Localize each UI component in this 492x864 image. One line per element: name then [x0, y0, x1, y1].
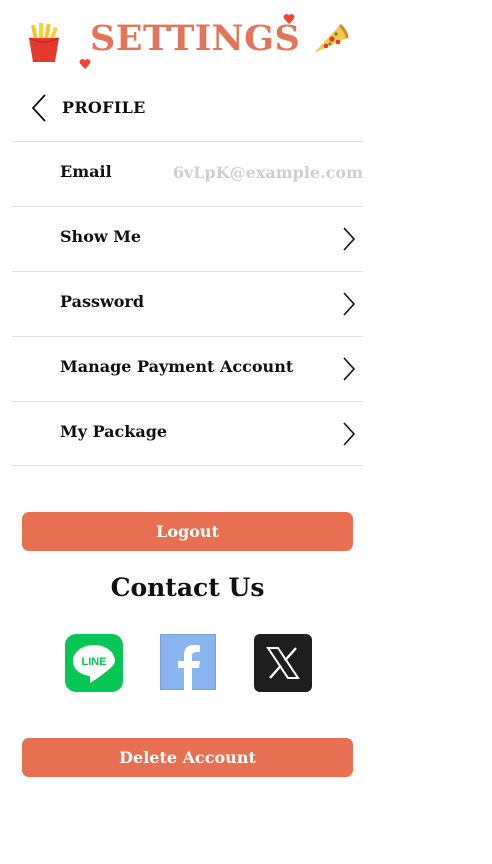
chevron-left-icon[interactable] [30, 93, 50, 123]
contact-title: Contact Us [110, 573, 265, 602]
logout-button[interactable]: Logout [22, 512, 353, 551]
row-label: Email [60, 162, 112, 181]
my-package-row[interactable]: My Package [12, 401, 363, 466]
page-title: SETTINGS [90, 18, 301, 59]
password-row[interactable]: Password [12, 271, 363, 336]
section-title: PROFILE [62, 98, 146, 117]
delete-account-button[interactable]: Delete Account [22, 738, 353, 777]
row-label: Password [60, 292, 145, 311]
row-label: My Package [60, 422, 168, 441]
chevron-right-icon [343, 357, 356, 381]
show-me-row[interactable]: Show Me [12, 206, 363, 271]
line-icon[interactable]: LINE [65, 634, 123, 692]
chevron-right-icon [343, 422, 356, 446]
manage-payment-row[interactable]: Manage Payment Account [12, 336, 363, 401]
line-icon-label: LINE [81, 656, 106, 668]
fries-icon [28, 23, 60, 62]
settings-header: SETTINGS [0, 0, 375, 80]
email-value: 6vLpK@example.com [172, 163, 363, 182]
chevron-right-icon [343, 292, 356, 316]
facebook-icon[interactable] [160, 634, 218, 692]
email-row: Email 6vLpK@example.com [12, 141, 363, 206]
chevron-right-icon [343, 227, 356, 251]
settings-list: Email 6vLpK@example.com Show Me Password… [12, 141, 363, 466]
row-label: Manage Payment Account [60, 357, 294, 376]
x-icon[interactable] [254, 634, 312, 692]
row-label: Show Me [60, 227, 142, 246]
pizza-icon [314, 23, 349, 53]
